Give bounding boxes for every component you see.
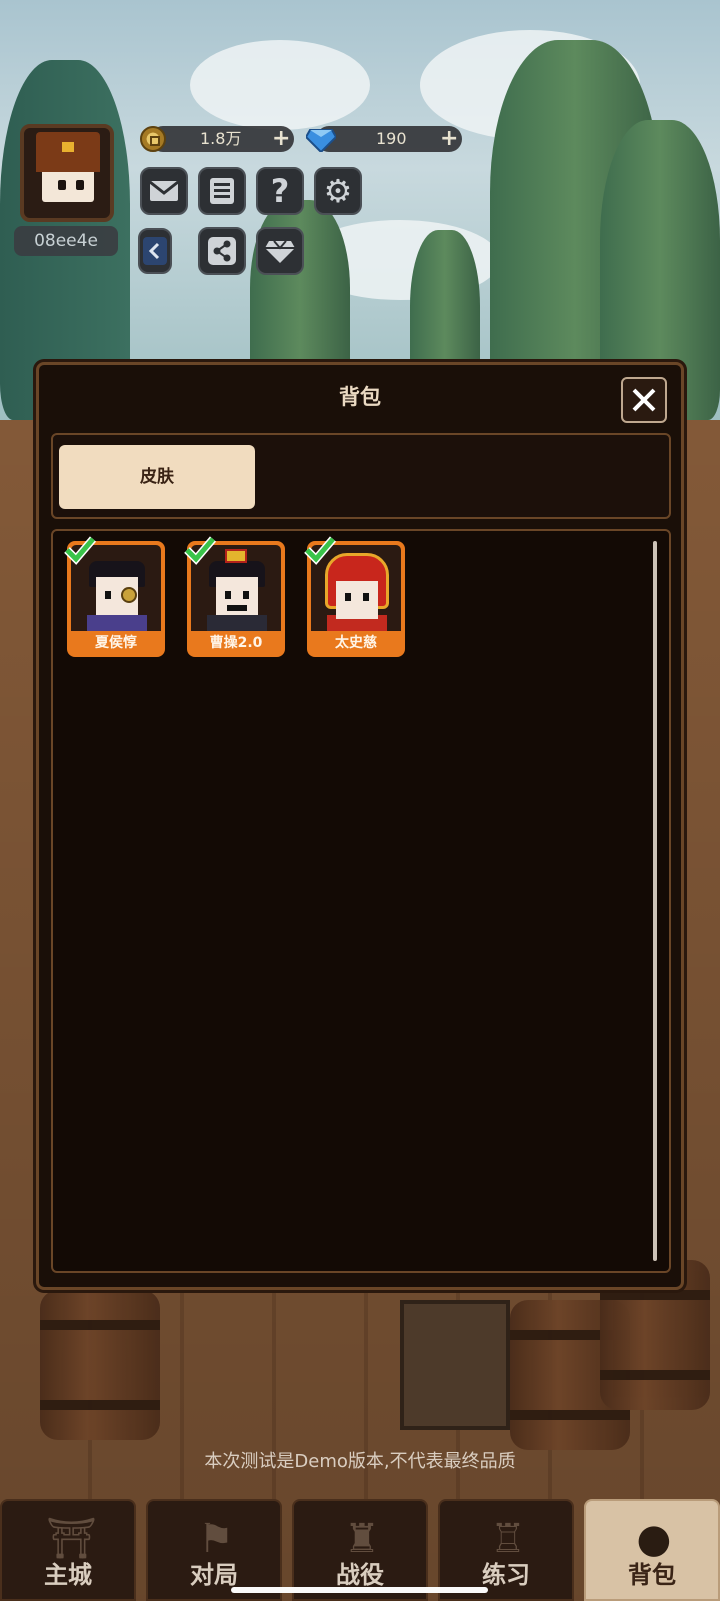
help-button[interactable]: ? xyxy=(256,167,304,215)
nav-label: 练习 xyxy=(482,1561,530,1589)
help-icon: ? xyxy=(270,172,290,210)
owned-check-icon xyxy=(64,536,97,565)
coin-value: 1.8万 xyxy=(200,129,242,148)
add-coins-plus-icon[interactable]: + xyxy=(272,128,290,150)
home-indicator[interactable] xyxy=(231,1587,488,1593)
share-icon xyxy=(208,237,236,265)
skin-name: 夏侯惇 xyxy=(95,635,137,651)
collapse-button[interactable] xyxy=(138,228,172,274)
player-avatar[interactable] xyxy=(20,124,114,222)
gem-value: 190 xyxy=(376,129,407,148)
item-grid-scrollbar[interactable] xyxy=(653,541,657,1261)
owned-check-icon xyxy=(184,536,217,565)
nav-item-main-city[interactable]: ⛩ 主城 xyxy=(0,1499,136,1601)
add-gems-plus-icon[interactable]: + xyxy=(440,128,458,150)
nav-item-backpack[interactable]: ● 背包 xyxy=(584,1499,720,1601)
notice-icon xyxy=(210,178,234,204)
demo-disclaimer: 本次测试是Demo版本,不代表最终品质 xyxy=(204,1451,516,1472)
mail-button[interactable] xyxy=(140,167,188,215)
nav-label: 战役 xyxy=(336,1561,384,1589)
mail-icon xyxy=(149,180,179,201)
coin-icon xyxy=(140,126,166,152)
eyepatch-icon xyxy=(121,587,137,603)
diamond-shop-button[interactable] xyxy=(256,227,304,275)
collapse-arrow-icon xyxy=(143,237,167,265)
diamond-icon xyxy=(306,129,336,152)
skin-item-caocao[interactable]: 曹操2.0 xyxy=(184,536,285,657)
settings-button[interactable]: ⚙ xyxy=(314,167,362,215)
tab-skins[interactable]: 皮肤 xyxy=(59,445,255,509)
item-grid: 夏侯惇 曹操2.0 太史慈 xyxy=(51,529,671,1273)
nav-item-match[interactable]: ⚑ 对局 xyxy=(146,1499,282,1601)
owned-check-icon xyxy=(304,536,337,565)
close-button[interactable] xyxy=(621,377,667,423)
skin-name: 曹操2.0 xyxy=(209,635,263,651)
skin-item-taishici[interactable]: 太史慈 xyxy=(304,536,405,657)
diamond-shop-icon xyxy=(265,240,295,263)
panel-title: 背包 xyxy=(339,385,381,409)
notice-button[interactable] xyxy=(198,167,246,215)
nav-item-campaign[interactable]: ♜ 战役 xyxy=(292,1499,428,1601)
skin-item-xiahoudun[interactable]: 夏侯惇 xyxy=(64,536,165,657)
category-tabs: 皮肤 xyxy=(51,433,671,519)
skin-name: 太史慈 xyxy=(335,635,377,651)
close-icon xyxy=(632,388,656,412)
bottom-nav: ⛩ 主城 ⚑ 对局 ♜ 战役 ♖ 练习 ● 背包 xyxy=(0,1499,720,1601)
backpack-panel: 背包 皮肤 夏侯惇 曹操2.0 太史慈 xyxy=(36,362,684,1290)
player-id: 08ee4e xyxy=(14,226,118,256)
settings-icon: ⚙ xyxy=(323,172,353,210)
nav-label: 背包 xyxy=(628,1561,676,1589)
nav-label: 对局 xyxy=(190,1561,238,1589)
share-button[interactable] xyxy=(198,227,246,275)
nav-label: 主城 xyxy=(44,1561,92,1589)
nav-item-practice[interactable]: ♖ 练习 xyxy=(438,1499,574,1601)
crown-icon xyxy=(225,549,247,563)
